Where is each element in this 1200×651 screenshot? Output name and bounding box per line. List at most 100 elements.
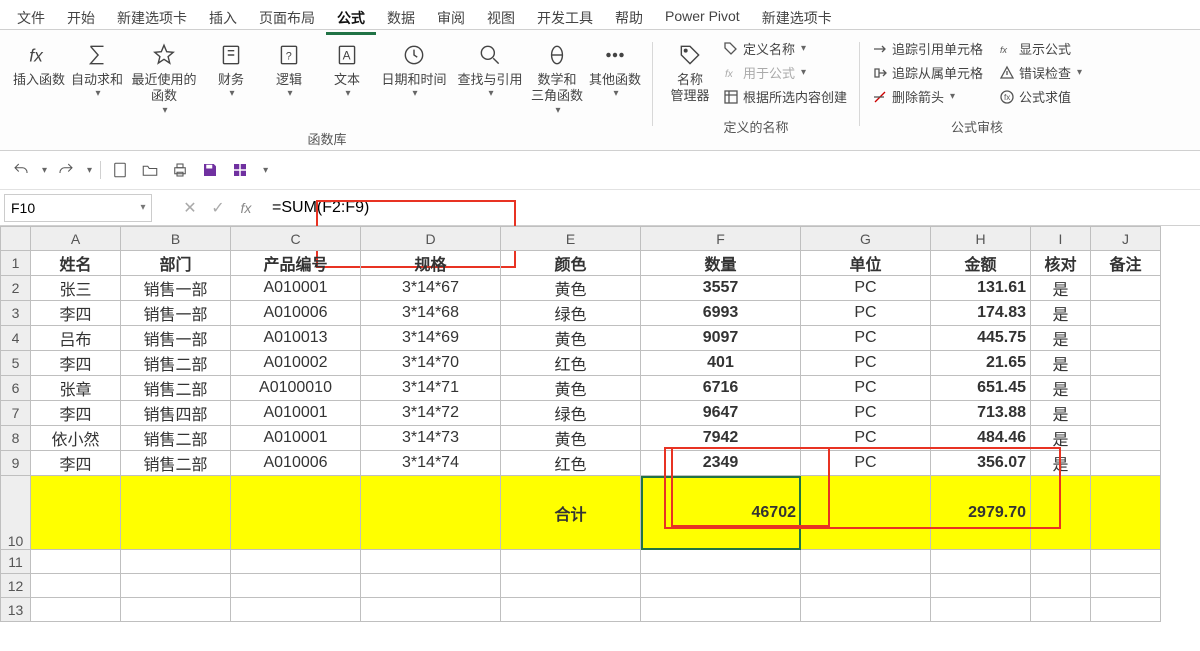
col-header[interactable]: E <box>501 227 641 251</box>
cell[interactable] <box>801 598 931 622</box>
cell[interactable]: 445.75 <box>931 326 1031 351</box>
show-formulas-button[interactable]: fx 显示公式 <box>997 38 1073 59</box>
cell[interactable]: 7942 <box>641 426 801 451</box>
tab-4[interactable]: 页面布局 <box>248 4 326 32</box>
cell[interactable]: 销售一部 <box>121 301 231 326</box>
cell[interactable]: 131.61 <box>931 276 1031 301</box>
col-header[interactable]: C <box>231 227 361 251</box>
formula-input[interactable] <box>264 195 1200 221</box>
cell[interactable]: 是 <box>1031 351 1091 376</box>
cell[interactable] <box>931 598 1031 622</box>
cell[interactable]: 是 <box>1031 451 1091 476</box>
cell[interactable]: 销售一部 <box>121 326 231 351</box>
cell[interactable]: 3*14*68 <box>361 301 501 326</box>
cell[interactable]: 是 <box>1031 326 1091 351</box>
cell[interactable] <box>931 574 1031 598</box>
cell[interactable] <box>501 550 641 574</box>
row-header[interactable]: 13 <box>1 598 31 622</box>
cell[interactable] <box>1091 426 1161 451</box>
cell[interactable]: 销售二部 <box>121 426 231 451</box>
cell[interactable] <box>801 550 931 574</box>
cell[interactable]: 李四 <box>31 451 121 476</box>
cell[interactable] <box>121 598 231 622</box>
more-functions-button[interactable]: 其他函数▾ <box>588 38 642 103</box>
cell[interactable] <box>231 550 361 574</box>
cell[interactable]: 张章 <box>31 376 121 401</box>
cell[interactable] <box>361 476 501 550</box>
col-header[interactable]: H <box>931 227 1031 251</box>
row-header[interactable]: 2 <box>1 276 31 301</box>
cell[interactable] <box>31 598 121 622</box>
cell[interactable] <box>121 476 231 550</box>
cell[interactable] <box>931 550 1031 574</box>
trace-dependents-button[interactable]: 追踪从属单元格 <box>870 62 985 83</box>
cell[interactable] <box>361 574 501 598</box>
create-from-selection-button[interactable]: 根据所选内容创建 <box>721 86 849 107</box>
text-button[interactable]: A 文本▾ <box>320 38 374 103</box>
cell[interactable]: 单位 <box>801 251 931 276</box>
cell[interactable] <box>361 598 501 622</box>
cell[interactable] <box>1031 476 1091 550</box>
cell[interactable]: 是 <box>1031 276 1091 301</box>
datetime-button[interactable]: 日期和时间▾ <box>378 38 450 103</box>
cell[interactable]: 401 <box>641 351 801 376</box>
logical-button[interactable]: ? 逻辑▾ <box>262 38 316 103</box>
cell[interactable]: 6993 <box>641 301 801 326</box>
undo-button[interactable] <box>10 159 32 181</box>
tab-1[interactable]: 开始 <box>56 4 106 32</box>
tab-3[interactable]: 插入 <box>198 4 248 32</box>
cell[interactable]: 合计 <box>501 476 641 550</box>
cell[interactable]: PC <box>801 276 931 301</box>
tab-6[interactable]: 数据 <box>376 4 426 32</box>
cell[interactable]: 李四 <box>31 301 121 326</box>
cell[interactable] <box>31 550 121 574</box>
cell[interactable]: 9097 <box>641 326 801 351</box>
cell[interactable] <box>1091 276 1161 301</box>
cell[interactable]: 3*14*74 <box>361 451 501 476</box>
cell[interactable] <box>121 550 231 574</box>
cell[interactable] <box>121 574 231 598</box>
row-header[interactable]: 12 <box>1 574 31 598</box>
tab-12[interactable]: 新建选项卡 <box>751 4 843 32</box>
cell[interactable]: 3*14*72 <box>361 401 501 426</box>
cell[interactable] <box>801 574 931 598</box>
col-header[interactable]: J <box>1091 227 1161 251</box>
cell[interactable]: 规格 <box>361 251 501 276</box>
cell[interactable] <box>641 574 801 598</box>
recent-functions-button[interactable]: 最近使用的 函数▾ <box>128 38 200 119</box>
tab-7[interactable]: 审阅 <box>426 4 476 32</box>
math-button[interactable]: 数学和 三角函数▾ <box>530 38 584 119</box>
cell[interactable] <box>801 476 931 550</box>
cell[interactable]: 2349 <box>641 451 801 476</box>
col-header[interactable]: B <box>121 227 231 251</box>
cell[interactable]: 部门 <box>121 251 231 276</box>
cell[interactable]: 174.83 <box>931 301 1031 326</box>
cell[interactable]: 依小然 <box>31 426 121 451</box>
name-box[interactable]: ▾ <box>4 194 152 222</box>
cell[interactable] <box>1031 574 1091 598</box>
cell[interactable] <box>1091 301 1161 326</box>
cell[interactable]: 713.88 <box>931 401 1031 426</box>
cell[interactable]: 备注 <box>1091 251 1161 276</box>
tab-9[interactable]: 开发工具 <box>526 4 604 32</box>
cell[interactable]: 姓名 <box>31 251 121 276</box>
financial-button[interactable]: 财务▾ <box>204 38 258 103</box>
cell[interactable]: 黄色 <box>501 376 641 401</box>
cell[interactable]: 是 <box>1031 376 1091 401</box>
cell[interactable] <box>501 574 641 598</box>
row-header[interactable]: 1 <box>1 251 31 276</box>
cell[interactable]: A010001 <box>231 426 361 451</box>
cell[interactable] <box>31 574 121 598</box>
cell[interactable]: 销售二部 <box>121 451 231 476</box>
cell[interactable]: 销售二部 <box>121 376 231 401</box>
cell[interactable]: 是 <box>1031 426 1091 451</box>
cell[interactable] <box>31 476 121 550</box>
cell[interactable]: PC <box>801 376 931 401</box>
grid-view-button[interactable] <box>229 159 251 181</box>
cell[interactable]: A010006 <box>231 301 361 326</box>
fx-icon[interactable]: fx <box>232 194 260 222</box>
cell[interactable] <box>641 550 801 574</box>
cell[interactable]: 李四 <box>31 351 121 376</box>
insert-function-button[interactable]: fx 插入函数 <box>12 38 66 90</box>
col-header[interactable]: A <box>31 227 121 251</box>
